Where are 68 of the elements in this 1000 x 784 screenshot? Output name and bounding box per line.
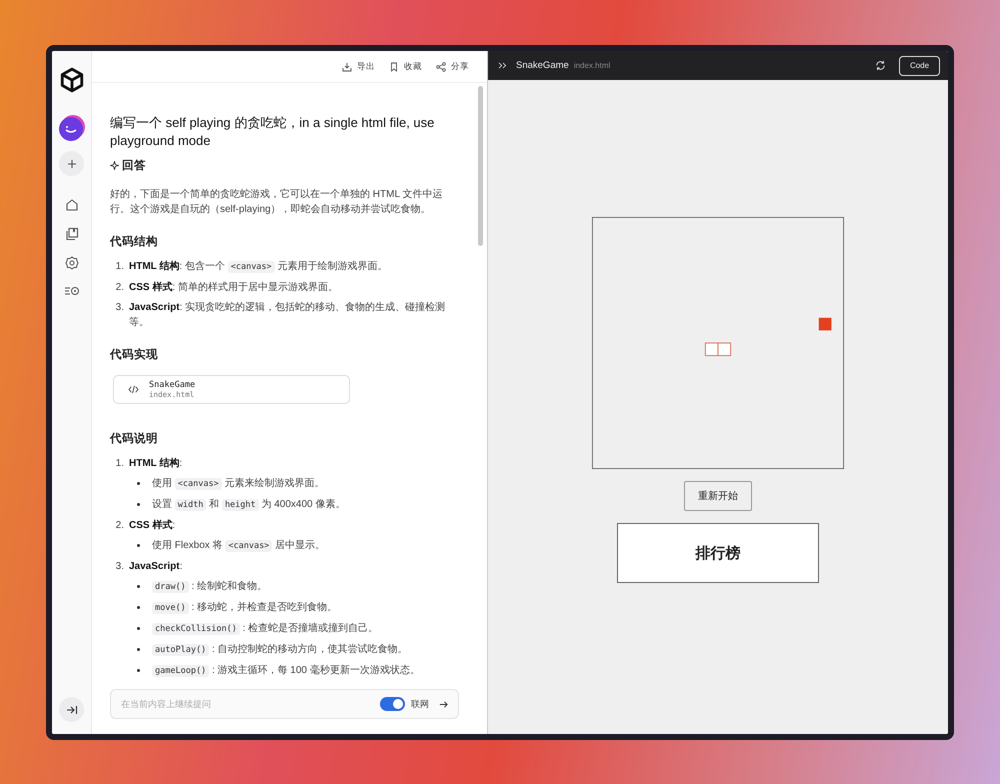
list-item-text: move() : 移动蛇，并检查是否吃到食物。	[152, 600, 338, 616]
list-item-text: CSS 样式: 简单的样式用于居中显示游戏界面。	[129, 280, 339, 295]
code-button[interactable]: Code	[899, 56, 940, 76]
list-item-text: autoPlay() : 自动控制蛇的移动方向，使其尝试吃食物。	[152, 642, 408, 658]
refresh-icon[interactable]	[875, 60, 886, 71]
sparkle-icon	[110, 161, 119, 170]
plus-icon	[66, 158, 76, 168]
code-icon	[128, 385, 139, 394]
avatar-icon[interactable]	[58, 115, 84, 141]
file-title: SnakeGame	[149, 380, 196, 390]
list-item-text: JavaScript:	[129, 560, 184, 574]
toolbar-button[interactable]: 分享	[432, 58, 473, 74]
list-number: 2.	[114, 519, 124, 533]
library-icon[interactable]	[64, 227, 78, 241]
list-item-text: CSS 样式:	[129, 518, 176, 533]
restart-button[interactable]: 重新开始	[684, 481, 752, 511]
expand-sidebar-button[interactable]	[59, 697, 84, 722]
list-number: 1.	[114, 457, 124, 471]
double-chevron-icon[interactable]	[498, 62, 507, 69]
snake-segment	[718, 342, 732, 356]
cube-logo[interactable]	[58, 67, 84, 93]
list-number: 3.	[114, 560, 124, 574]
bullet-dot	[137, 544, 140, 547]
bullet-dot	[137, 503, 140, 506]
intro-paragraph: 好的，下面是一个简单的贪吃蛇游戏，它可以在一个单独的 HTML 文件中运行。这个游戏是自玩的（self-playing），即蛇会自动移动并尝试吃食物。	[110, 188, 444, 217]
scrollbar-thumb[interactable]	[478, 86, 483, 246]
new-chat-button[interactable]	[59, 151, 84, 176]
bullet-dot	[137, 669, 140, 672]
list-item-text: 设置 width 和 height 为 400x400 像素。	[152, 498, 346, 513]
toolbar-button[interactable]: 导出	[338, 58, 379, 74]
list-icon[interactable]	[64, 285, 80, 297]
question-text: 编写一个 self playing 的贪吃蛇，in a single html file, use playground mode	[110, 114, 436, 150]
toolbar-button[interactable]: 收藏	[385, 58, 426, 74]
list-item-text: HTML 结构: 包含一个 <canvas> 元素用于绘制游戏界面。	[129, 260, 388, 275]
bullet-dot	[137, 585, 140, 588]
preview-title: SnakeGame	[516, 60, 569, 71]
send-arrow-icon[interactable]	[439, 700, 448, 708]
list-item-text: 使用 <canvas> 元素来绘制游戏界面。	[152, 476, 325, 492]
settings-icon[interactable]	[64, 256, 78, 270]
home-icon[interactable]	[64, 198, 78, 212]
section-heading: 代码结构	[110, 235, 159, 250]
leaderboard-panel: 排行榜	[617, 523, 819, 583]
download-icon	[342, 62, 352, 72]
web-search-label: 联网	[411, 698, 429, 710]
answer-heading: 回答	[122, 158, 146, 173]
arrow-to-bar-icon	[66, 704, 78, 714]
preview-file-name: index.html	[574, 61, 610, 70]
food-square	[818, 318, 832, 330]
bullet-dot	[137, 482, 140, 485]
bullet-dot	[137, 648, 140, 651]
list-item-text: gameLoop() : 游戏主循环，每 100 毫秒更新一次游戏状态。	[152, 663, 420, 679]
section-heading: 代码实现	[110, 348, 159, 363]
bullet-dot	[137, 606, 140, 609]
share-icon	[436, 62, 446, 72]
list-number: 2.	[114, 281, 124, 295]
web-search-toggle[interactable]	[380, 697, 405, 711]
list-item-text: HTML 结构:	[129, 456, 184, 471]
bookmark-icon	[389, 62, 399, 72]
snake-segment	[704, 342, 718, 356]
list-item-text: JavaScript: 实现贪吃蛇的逻辑，包括蛇的移动、食物的生成、碰撞检测等。	[129, 300, 446, 330]
bullet-dot	[137, 627, 140, 630]
list-item-text: 使用 Flexbox 将 <canvas> 居中显示。	[152, 538, 326, 554]
list-number: 1.	[114, 260, 124, 274]
section-heading: 代码说明	[110, 432, 159, 447]
list-item-text: checkCollision() : 检查蛇是否撞墙或撞到自己。	[152, 621, 378, 637]
list-item-text: draw() : 绘制蛇和食物。	[152, 579, 268, 595]
list-number: 3.	[114, 301, 124, 315]
question-input[interactable]: 在当前内容上继续提问	[121, 699, 374, 709]
